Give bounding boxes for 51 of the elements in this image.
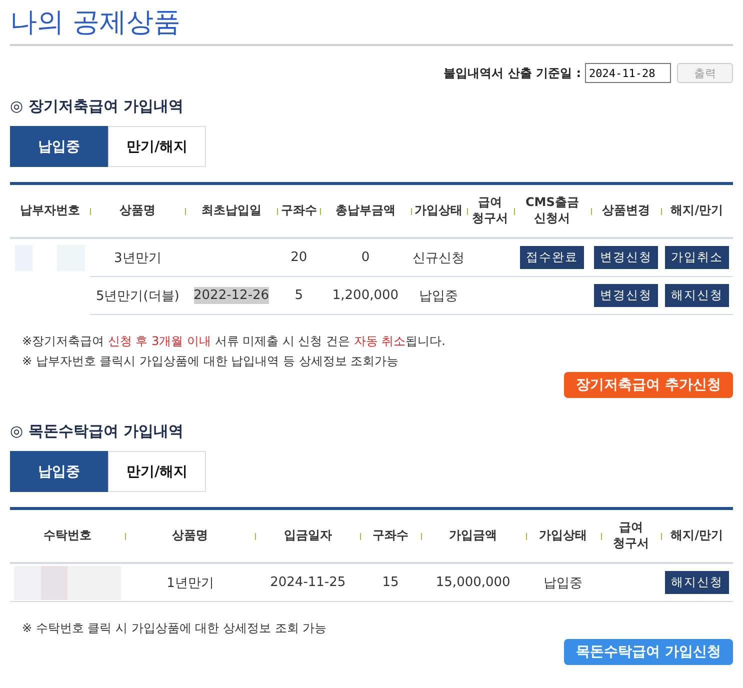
table-cell: 20	[290, 249, 308, 266]
column-header: 구좌수	[360, 508, 421, 563]
table-cell: 5	[294, 287, 304, 304]
tab[interactable]: 납입중	[10, 126, 108, 167]
note-text: ※장기저축급여 신청 후 3개월 이내 서류 미제출 시 신청 건은 자동 취소됩니다.	[22, 333, 446, 350]
table-cell: 2024-11-25	[270, 574, 346, 591]
action-button[interactable]: 해지신청	[664, 284, 729, 307]
table-cell: 신규신청	[412, 250, 465, 266]
table-cell: 15,000,000	[436, 574, 510, 591]
column-header: 최초납입일	[185, 184, 278, 238]
section-heading: ◎ 목돈수탁급여 가입내역	[10, 422, 185, 441]
column-header: 가입상태	[410, 184, 467, 238]
column-header: 납부자번호	[10, 184, 90, 238]
table-cell: 1,200,000	[332, 287, 399, 304]
column-header: 수탁번호	[10, 508, 126, 563]
date-label: 불입내역서 산출 기준일 :	[444, 64, 581, 82]
table-cell: 납입중	[419, 288, 458, 304]
section-heading: ◎ 장기저축급여 가입내역	[10, 97, 185, 116]
table-cell: 2022-12-26	[194, 287, 270, 304]
masked-number[interactable]	[14, 566, 122, 600]
note-text: ※ 납부자번호 클릭시 가입상품에 대한 납입내역 등 상세정보 조회가능	[22, 353, 399, 370]
tab[interactable]: 만기/해지	[108, 126, 206, 167]
table-cell: 5년만기(더블)	[96, 288, 180, 304]
column-header: 가입금액	[420, 508, 526, 563]
table-cell: 0	[361, 249, 370, 266]
column-header: 해지/만기	[660, 184, 733, 238]
column-header: 상품명	[125, 508, 256, 563]
table-cell: 3년만기	[114, 250, 162, 266]
column-header: CMS출금 신청서	[514, 184, 591, 238]
table-cell: 납입중	[544, 574, 583, 592]
date-field[interactable]: 2024-11-28	[585, 63, 671, 83]
column-header: 입금일자	[255, 508, 360, 563]
table-cell: 15	[382, 574, 399, 591]
column-header: 가입상태	[526, 508, 601, 563]
action-button[interactable]: 가입취소	[664, 246, 729, 269]
column-header: 급여 청구서	[600, 508, 661, 563]
column-header: 급여 청구서	[466, 184, 514, 238]
column-header: 상품명	[90, 184, 186, 238]
column-header: 상품변경	[590, 184, 661, 238]
action-button[interactable]: 접수완료	[520, 246, 584, 269]
column-header: 총납부금액	[320, 184, 411, 238]
page-title: 나의 공제상품	[10, 4, 733, 46]
table-cell: 1년만기	[166, 574, 214, 592]
tab[interactable]: 납입중	[10, 451, 108, 492]
column-header: 해지/만기	[660, 508, 733, 563]
action-button[interactable]: 해지신청	[664, 571, 729, 594]
tab[interactable]: 만기/해지	[108, 451, 206, 492]
action-button[interactable]: 변경신청	[594, 246, 658, 269]
column-header: 구좌수	[277, 184, 320, 238]
note-text: ※ 수탁번호 클릭 시 가입상품에 대한 상세정보 조회 가능	[22, 620, 327, 637]
action-button[interactable]: 변경신청	[594, 284, 658, 307]
